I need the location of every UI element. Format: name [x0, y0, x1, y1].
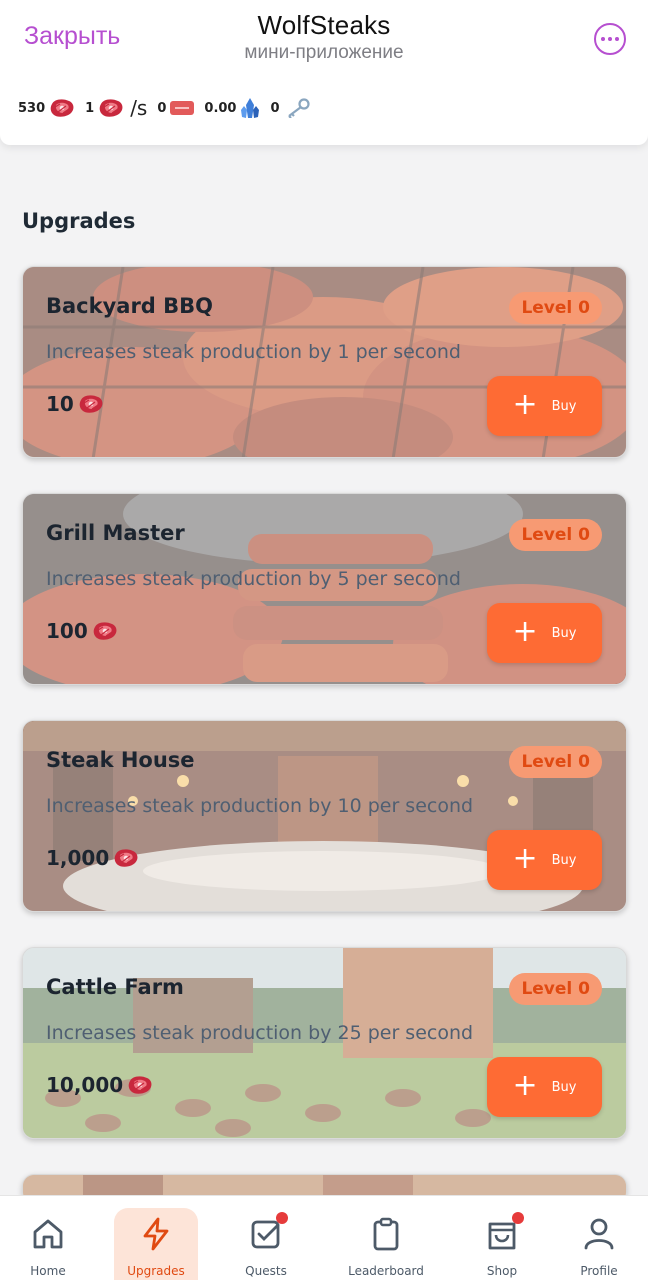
nav-label: Leaderboard [348, 1264, 424, 1278]
buy-button[interactable]: + Buy [487, 376, 602, 436]
key-icon [287, 98, 310, 118]
checkbox-icon [248, 1212, 288, 1252]
key-balance: 0 [270, 98, 310, 118]
nav-label: Upgrades [127, 1264, 185, 1278]
crystal-icon [241, 98, 260, 118]
steak-balance: 530 [18, 98, 75, 118]
bottom-navigation: Home Upgrades Quests Leaderboard Shop Pr… [0, 1195, 648, 1280]
rate-value: 1 [85, 100, 95, 116]
stats-bar: 530 1 /s 0 0.00 0 [18, 96, 310, 120]
card-title: Backyard BBQ [46, 294, 214, 318]
upgrade-card: Grill Master Level 0 Increases steak pro… [22, 493, 627, 685]
card-title: Grill Master [46, 521, 185, 545]
ticket-icon [170, 101, 195, 115]
price-value: 10 [46, 392, 74, 416]
more-horizontal-icon[interactable] [594, 23, 626, 55]
card-description: Increases steak production by 1 per seco… [46, 341, 461, 363]
steak-icon [92, 621, 118, 641]
plus-icon: + [512, 1067, 538, 1103]
lightning-icon [143, 1217, 169, 1251]
level-badge: Level 0 [509, 973, 602, 1005]
nav-label: Shop [486, 1264, 518, 1278]
nav-label: Quests [245, 1264, 287, 1278]
steak-icon [127, 1075, 153, 1095]
card-description: Increases steak production by 10 per sec… [46, 795, 474, 817]
price-value: 100 [46, 619, 88, 643]
nav-upgrades[interactable]: Upgrades [114, 1208, 198, 1280]
steak-icon [98, 98, 124, 118]
crystal-count: 0.00 [204, 100, 237, 116]
price: 100 [46, 619, 118, 643]
plus-icon: + [512, 613, 538, 649]
steak-icon [78, 394, 104, 414]
price-value: 10,000 [46, 1073, 124, 1097]
user-icon [584, 1218, 614, 1250]
home-icon [33, 1219, 63, 1249]
buy-button[interactable]: + Buy [487, 603, 602, 663]
key-count: 0 [270, 100, 280, 116]
nav-shop[interactable]: Shop [460, 1208, 544, 1278]
notification-dot [276, 1212, 288, 1224]
section-title: Upgrades [22, 209, 136, 233]
upgrade-card: Cattle Farm Level 0 Increases steak prod… [22, 947, 627, 1139]
production-rate: 1 /s [85, 96, 147, 120]
card-title: Steak House [46, 748, 195, 772]
card-description: Increases steak production by 5 per seco… [46, 568, 461, 590]
crystal-balance: 0.00 [204, 97, 260, 119]
level-badge: Level 0 [509, 746, 602, 778]
ticket-balance: 0 [157, 100, 195, 116]
app-subtitle: мини-приложение [244, 42, 404, 63]
steak-count: 530 [18, 100, 46, 116]
nav-leaderboard[interactable]: Leaderboard [344, 1208, 428, 1278]
steak-icon [49, 98, 75, 118]
clipboard-icon [373, 1217, 399, 1251]
upgrade-card: Steak House Level 0 Increases steak prod… [22, 720, 627, 912]
plus-icon: + [512, 840, 538, 876]
level-badge: Level 0 [509, 519, 602, 551]
nav-quests[interactable]: Quests [224, 1208, 308, 1278]
buy-button[interactable]: + Buy [487, 830, 602, 890]
notification-dot [512, 1212, 524, 1224]
price: 10 [46, 392, 104, 416]
buy-label: Buy [551, 625, 577, 641]
price: 10,000 [46, 1073, 153, 1097]
buy-label: Buy [551, 1079, 577, 1095]
shopping-bag-icon [484, 1212, 524, 1252]
price-value: 1,000 [46, 846, 110, 870]
nav-label: Home [30, 1264, 66, 1278]
app-title: WolfSteaks [257, 10, 391, 40]
ticket-count: 0 [157, 100, 167, 116]
nav-label: Profile [580, 1264, 618, 1278]
price: 1,000 [46, 846, 139, 870]
nav-home[interactable]: Home [6, 1208, 90, 1278]
buy-button[interactable]: + Buy [487, 1057, 602, 1117]
buy-label: Buy [551, 398, 577, 414]
rate-unit: /s [130, 96, 148, 120]
card-title: Cattle Farm [46, 975, 184, 999]
upgrade-card: Backyard BBQ Level 0 Increases steak pro… [22, 266, 627, 458]
nav-profile[interactable]: Profile [557, 1208, 641, 1278]
level-badge: Level 0 [509, 292, 602, 324]
steak-icon [113, 848, 139, 868]
top-bar: Закрыть WolfSteaks мини-приложение 530 1… [0, 0, 648, 145]
plus-icon: + [512, 386, 538, 422]
card-description: Increases steak production by 25 per sec… [46, 1022, 474, 1044]
title-block: WolfSteaks мини-приложение [0, 10, 648, 64]
buy-label: Buy [551, 852, 577, 868]
